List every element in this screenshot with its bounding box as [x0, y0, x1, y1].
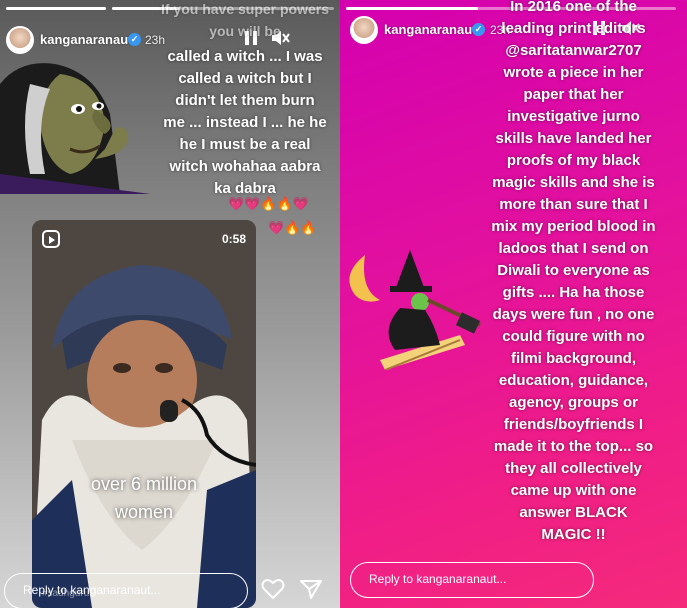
video-caption-line: over 6 million: [90, 474, 198, 494]
username[interactable]: kanganaranaut: [40, 32, 132, 47]
story-text-line: magic skills and she is: [492, 174, 655, 191]
video-caption-line: women: [114, 502, 174, 522]
story-text-line: they all collectively: [505, 460, 642, 477]
story-text-line: gifts .... Ha ha those: [502, 284, 645, 301]
avatar[interactable]: [350, 16, 378, 44]
story-text-line: filmi background,: [510, 350, 636, 367]
embedded-reel[interactable]: 0:58 over 6 million women #sadhguru: [32, 220, 256, 608]
story-text-line: In 2016 one of the: [510, 0, 637, 15]
heart-emoji-row: 💗💗🔥🔥💗: [228, 196, 309, 211]
story-text: In 2016 one of the leading print editors…: [460, 0, 687, 546]
video-caption: over 6 million women: [32, 470, 256, 526]
story-text-line: Diwali to everyone as: [497, 262, 650, 279]
story-text-line: leading print editors: [501, 20, 646, 37]
reply-input[interactable]: Reply to kanganaranaut...: [350, 562, 594, 598]
reply-input[interactable]: Reply to kanganaranaut...: [4, 573, 248, 608]
video-duration: 0:58: [221, 232, 246, 246]
story-text-line: proofs of my black: [506, 152, 641, 169]
story-text-line: he I must be a real: [179, 136, 311, 153]
story-text-line: agency, groups or: [509, 394, 638, 411]
story-text-line: made it to the top... so: [493, 438, 654, 455]
story-text-line: friends/boyfriends I: [503, 416, 644, 433]
story-text-line: paper that her: [523, 86, 624, 103]
story-text-line: could figure with no: [502, 328, 645, 345]
story-text-line: MAGIC !!: [541, 526, 606, 543]
story-text-line: wrote a piece in her: [503, 64, 644, 81]
faded-story-text: If you have super powers you will be: [160, 1, 330, 39]
story-text-line: didn't let them burn: [175, 92, 315, 109]
story-text-line: skills have landed her: [495, 130, 652, 147]
send-icon[interactable]: [300, 579, 326, 605]
story-text-line: called a witch ... I was: [167, 48, 323, 65]
story-text-line: came up with one: [510, 482, 637, 499]
heart-icon[interactable]: [261, 578, 287, 604]
story-text-line: me ... instead I ... he he: [163, 114, 327, 131]
reel-thumbnail-image: [32, 220, 256, 608]
witch-cartoon-image: [0, 63, 150, 194]
story-progress-1: [6, 7, 106, 10]
story-text-line: mix my period blood in: [491, 218, 656, 235]
story-text-line: more than sure that I: [499, 196, 648, 213]
reels-icon: [42, 230, 60, 248]
story-text-line: witch wohahaa aabra: [169, 158, 321, 175]
story-text-line: education, guidance,: [498, 372, 649, 389]
story-text-line: called a witch but I: [178, 70, 312, 87]
story-text-line: @saritatanwar2707: [505, 42, 642, 59]
story-text-line: answer BLACK: [519, 504, 628, 521]
avatar[interactable]: [6, 26, 34, 54]
left-story[interactable]: kanganaranaut ✓ 23h If you have super po…: [0, 0, 340, 608]
verified-badge-icon: ✓: [128, 33, 141, 46]
story-text-line: ladoos that I send on: [498, 240, 649, 257]
story-text: called a witch ... I was called a witch …: [150, 46, 340, 200]
heart-emoji-row-2: 💗🔥🔥: [268, 220, 317, 235]
story-text-line: days were fun , no one: [492, 306, 655, 323]
right-story[interactable]: kanganaranaut ✓ 23h In 2016 one of the l…: [340, 0, 687, 608]
story-text-line: investigative jurno: [507, 108, 640, 125]
